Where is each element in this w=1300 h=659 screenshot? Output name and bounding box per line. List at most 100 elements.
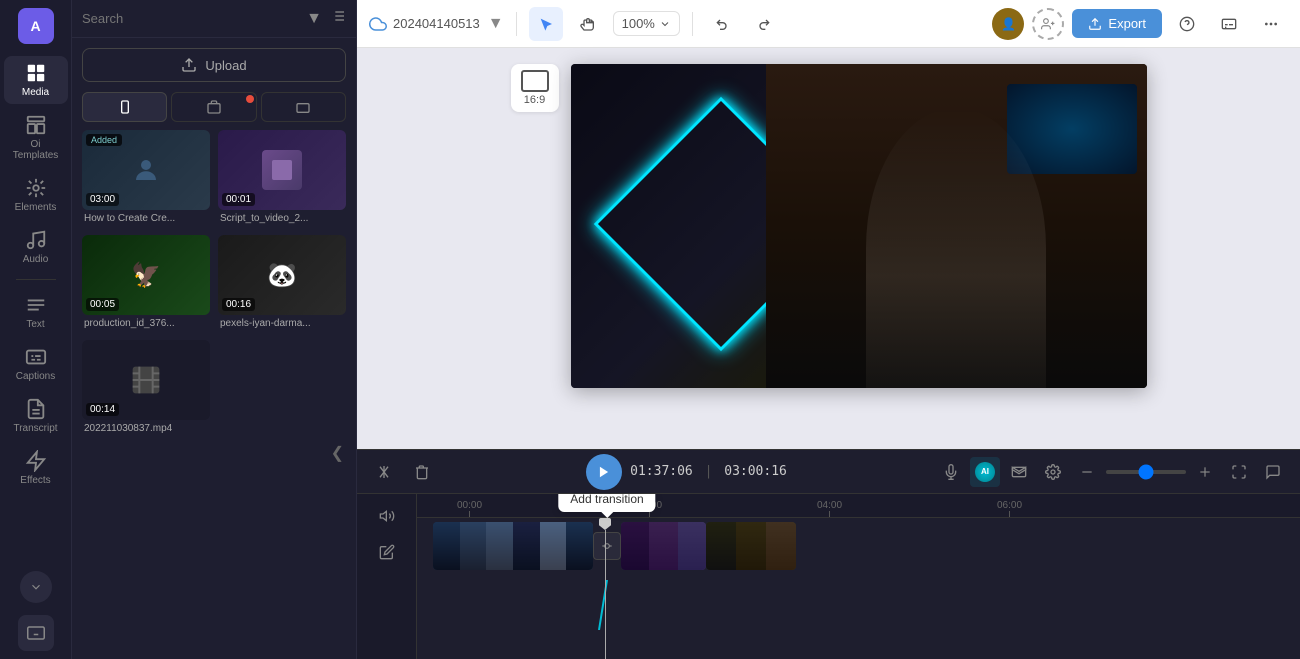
captions-icon	[25, 346, 47, 368]
ruler-mark-line	[1009, 511, 1010, 517]
tracks-area: Add transition	[417, 518, 1300, 574]
timeline-left-icons	[357, 494, 416, 574]
timeline-left-panel	[357, 494, 417, 659]
upload-label: Upload	[205, 58, 246, 73]
more-options-button[interactable]	[1254, 7, 1288, 41]
sidebar-item-elements[interactable]: Elements	[4, 171, 68, 219]
add-collaborator-button[interactable]	[1032, 8, 1064, 40]
video-clip-1[interactable]	[433, 522, 593, 570]
comment-button[interactable]	[1258, 457, 1288, 487]
sidebar-item-text[interactable]: Text	[4, 288, 68, 336]
sidebar-item-transcript[interactable]: Transcript	[4, 392, 68, 440]
captions-panel-button[interactable]	[1212, 7, 1246, 41]
media-icon	[25, 62, 47, 84]
zoom-control[interactable]: 100%	[613, 11, 680, 36]
sidebar-collapse-button[interactable]	[20, 571, 52, 603]
view-portrait-button[interactable]	[82, 92, 167, 122]
timeline-toolbar: 01:37:06 | 03:00:16 AI	[357, 450, 1300, 494]
sidebar-item-label: Effects	[20, 475, 50, 486]
ruler-mark-4: 04:00	[817, 500, 842, 517]
sidebar-item-media[interactable]: Media	[4, 56, 68, 104]
ruler-mark-6: 06:00	[997, 500, 1022, 517]
project-dropdown-arrow-icon[interactable]: ▼	[488, 15, 504, 33]
person-area	[766, 64, 1146, 388]
media-title: 202211030837.mp4	[82, 420, 210, 437]
media-duration: 00:01	[222, 193, 255, 206]
person-icon	[131, 155, 161, 185]
help-button[interactable]	[1170, 7, 1204, 41]
sidebar-item-audio[interactable]: Audio	[4, 223, 68, 271]
media-item-4[interactable]: 🐼 00:16	[218, 235, 346, 315]
media-item-1[interactable]: Added 03:00	[82, 130, 210, 210]
video-clip-3[interactable]	[706, 522, 796, 570]
zoom-in-button[interactable]	[1190, 457, 1220, 487]
aspect-icon	[521, 70, 549, 92]
ai-feature-button[interactable]: AI	[970, 457, 1000, 487]
sidebar-item-captions[interactable]: Captions	[4, 340, 68, 388]
hand-icon	[580, 16, 596, 32]
volume-button[interactable]	[373, 502, 401, 530]
sidebar-item-templates[interactable]: Oi Templates	[4, 108, 68, 167]
sort-icon[interactable]	[330, 8, 346, 29]
search-input[interactable]	[82, 11, 298, 26]
media-grid: Added 03:00 How to Create Cre... 00:01 S…	[72, 130, 356, 437]
undo-button[interactable]	[705, 7, 739, 41]
portrait-icon	[117, 99, 133, 115]
undo-icon	[714, 16, 730, 32]
sidebar-item-effects[interactable]: Effects	[4, 444, 68, 492]
split-clip-button[interactable]	[369, 457, 399, 487]
pencil-icon	[379, 544, 395, 560]
ruler-time: 04:00	[817, 500, 842, 511]
keyboard-shortcut-button[interactable]	[18, 615, 54, 651]
playhead[interactable]	[599, 518, 611, 659]
sidebar-item-label: Text	[26, 319, 44, 330]
scenes-button[interactable]	[1004, 457, 1034, 487]
ruler-container: 00:00 02:00 04:00 06:00	[417, 494, 1300, 517]
clip-frames-1	[433, 522, 593, 570]
hand-tool-button[interactable]	[571, 7, 605, 41]
upload-button[interactable]: Upload	[82, 48, 346, 82]
user-avatar[interactable]: A	[18, 8, 54, 44]
media-item-5[interactable]: 00:14	[82, 340, 210, 420]
collapse-panel-button[interactable]: ❮	[325, 441, 350, 465]
list-item: Added 03:00 How to Create Cre...	[82, 130, 210, 227]
dropdown-arrow-icon[interactable]: ▼	[306, 10, 322, 28]
export-button[interactable]: Export	[1072, 9, 1162, 38]
captions-panel-icon	[1221, 16, 1237, 32]
user-profile-avatar[interactable]: 👤	[992, 8, 1024, 40]
zoom-out-button[interactable]	[1072, 457, 1102, 487]
play-button[interactable]	[586, 454, 622, 490]
view-landscape-badge-button[interactable]	[171, 92, 256, 122]
aspect-ratio-label: 16:9	[524, 94, 545, 106]
timeline-area: 01:37:06 | 03:00:16 AI	[357, 449, 1300, 659]
panel-collapse: ❮	[72, 437, 356, 469]
media-title: production_id_376...	[82, 315, 210, 332]
video-clip-2[interactable]	[621, 522, 706, 570]
video-track-row: Add transition	[417, 518, 1300, 574]
project-name: 202404140513	[393, 16, 480, 31]
view-grid-button[interactable]	[261, 92, 346, 122]
timeline-settings-button[interactable]	[1038, 457, 1068, 487]
list-item: 00:14 202211030837.mp4	[82, 340, 210, 437]
media-item-3[interactable]: 🦅 00:05	[82, 235, 210, 315]
aspect-ratio-control[interactable]: 16:9	[511, 64, 559, 112]
zoom-range-input[interactable]	[1106, 470, 1186, 474]
frame-p2	[649, 522, 677, 570]
cloud-save[interactable]: 202404140513	[369, 15, 480, 33]
ai-icon: AI	[975, 462, 995, 482]
comment-icon	[1265, 464, 1281, 480]
timeline-scroll[interactable]: 00:00 02:00 04:00 06:00	[417, 494, 1300, 659]
redo-button[interactable]	[747, 7, 781, 41]
time-separator: |	[705, 464, 713, 479]
delete-button[interactable]	[407, 457, 437, 487]
trash-icon	[414, 464, 430, 480]
fullscreen-button[interactable]	[1224, 457, 1254, 487]
select-tool-button[interactable]	[529, 7, 563, 41]
left-media-panel: ▼ Upload	[72, 0, 357, 659]
minus-icon	[1080, 465, 1094, 479]
microphone-button[interactable]	[936, 457, 966, 487]
add-transition-label: Add transition	[570, 494, 643, 506]
edit-button[interactable]	[373, 538, 401, 566]
media-item-2[interactable]: 00:01	[218, 130, 346, 210]
tl-right-buttons: AI	[936, 457, 1288, 487]
